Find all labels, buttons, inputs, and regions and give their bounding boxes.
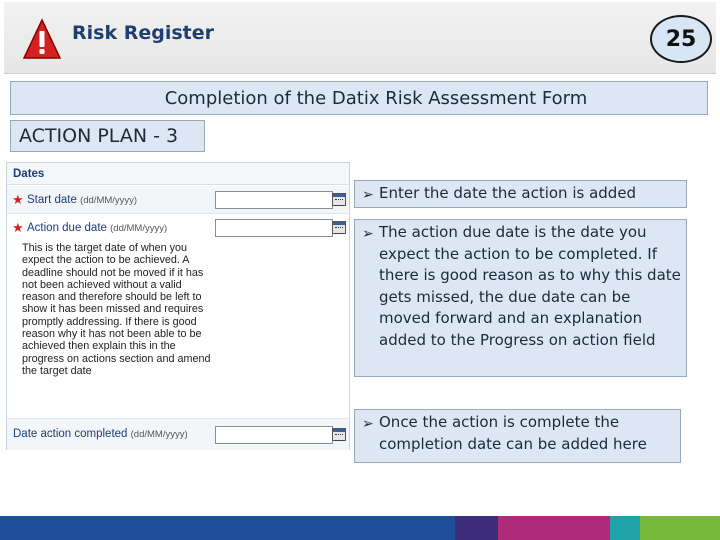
- start-date-format: (dd/MM/yyyy): [80, 195, 138, 206]
- date-action-completed-label-text: Date action completed: [13, 428, 128, 440]
- start-date-label-text: Start date: [27, 194, 77, 206]
- start-date-row: ★ Start date (dd/MM/yyyy): [7, 186, 349, 214]
- footer-stripe-teal: [610, 516, 640, 540]
- header-bar: Risk Register 25: [4, 2, 716, 74]
- calendar-icon[interactable]: [332, 428, 346, 441]
- footer-stripe-magenta: [498, 516, 610, 540]
- form-section-title: Dates: [7, 163, 349, 185]
- action-due-date-label-text: Action due date: [27, 222, 107, 234]
- required-asterisk-icon: ★: [12, 192, 24, 207]
- arrow-bullet-icon: ➢: [362, 187, 374, 203]
- page-number-badge: 25: [650, 15, 712, 63]
- slide-title-banner: Completion of the Datix Risk Assessment …: [10, 81, 708, 115]
- action-due-date-help-text: This is the target date of when you expe…: [22, 242, 211, 377]
- section-label-box: ACTION PLAN - 3: [10, 120, 205, 152]
- callout-action-due-date: ➢ The action due date is the date you ex…: [354, 219, 687, 377]
- date-action-completed-label: Date action completed (dd/MM/yyyy): [13, 428, 188, 440]
- footer-stripe-green: [640, 516, 720, 540]
- callout-start-date-text: Enter the date the action is added: [379, 184, 637, 202]
- arrow-bullet-icon: ➢: [362, 416, 374, 432]
- slide-title: Completion of the Datix Risk Assessment …: [164, 87, 588, 109]
- action-due-date-input[interactable]: [215, 219, 333, 237]
- date-action-completed-format: (dd/MM/yyyy): [130, 429, 188, 440]
- section-label: ACTION PLAN - 3: [19, 125, 179, 147]
- start-date-input[interactable]: [215, 191, 333, 209]
- calendar-icon[interactable]: [332, 221, 346, 234]
- dates-form-panel: Dates ★ Start date (dd/MM/yyyy) ★ Action…: [6, 162, 350, 450]
- callout-date-completed-text: Once the action is complete the completi…: [379, 413, 647, 453]
- callout-start-date: ➢ Enter the date the action is added: [354, 180, 687, 208]
- header-title: Risk Register: [72, 22, 214, 44]
- calendar-icon[interactable]: [332, 193, 346, 206]
- date-action-completed-row: Date action completed (dd/MM/yyyy): [7, 419, 349, 450]
- action-due-date-row: ★ Action due date (dd/MM/yyyy) This is t…: [7, 214, 349, 419]
- warning-icon: [22, 18, 62, 59]
- callout-action-due-date-text: The action due date is the date you expe…: [379, 223, 681, 349]
- start-date-label: Start date (dd/MM/yyyy): [27, 194, 137, 206]
- footer-color-stripe: [0, 516, 720, 540]
- arrow-bullet-icon: ➢: [362, 226, 374, 242]
- date-action-completed-input[interactable]: [215, 426, 333, 444]
- callout-date-completed: ➢ Once the action is complete the comple…: [354, 409, 681, 463]
- footer-stripe-purple: [455, 516, 498, 540]
- required-asterisk-icon: ★: [12, 220, 24, 235]
- footer-stripe-blue: [0, 516, 455, 540]
- action-due-date-format: (dd/MM/yyyy): [110, 223, 168, 234]
- action-due-date-label: Action due date (dd/MM/yyyy): [27, 222, 167, 234]
